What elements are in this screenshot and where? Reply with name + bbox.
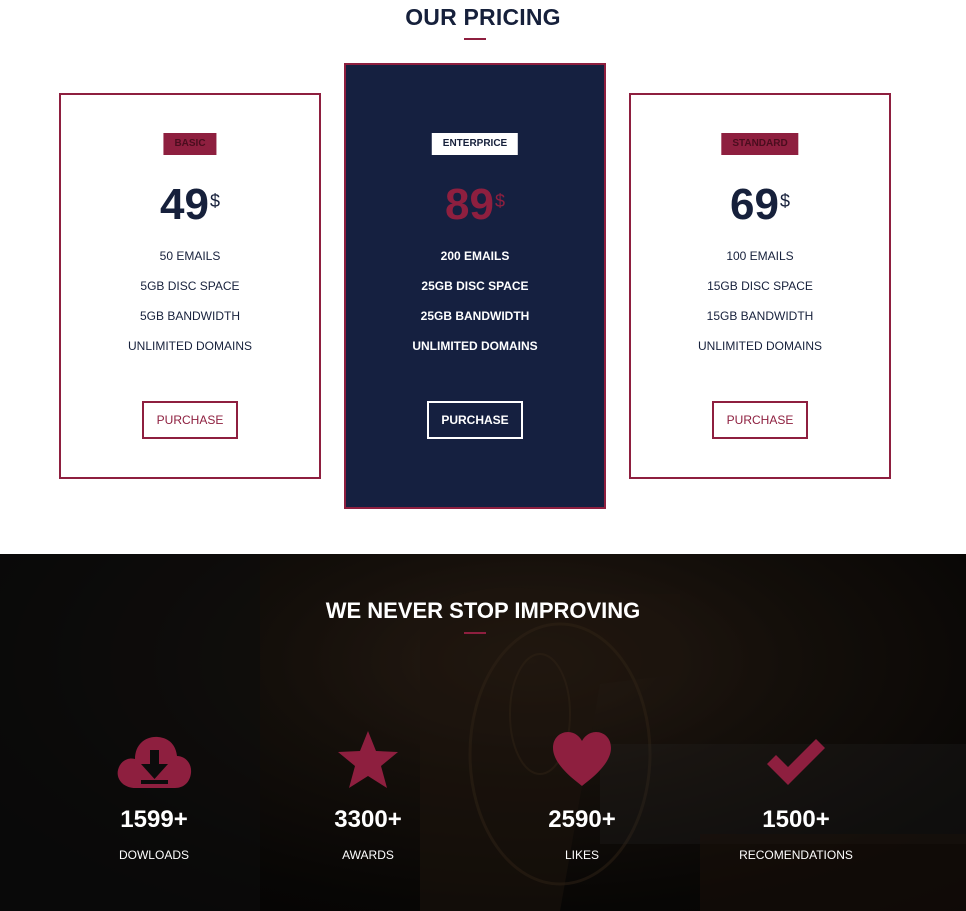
plan-badge: BASIC bbox=[163, 133, 217, 155]
stat-downloads: 1599+ DOWLOADS bbox=[54, 730, 254, 862]
stat-label: DOWLOADS bbox=[118, 848, 189, 862]
feature-item: 15GB DISC SPACE bbox=[707, 279, 813, 293]
star-icon bbox=[338, 731, 398, 788]
heart-icon bbox=[553, 732, 611, 786]
feature-item: 15GB BANDWIDTH bbox=[706, 309, 814, 323]
stat-count: 3300+ bbox=[334, 806, 402, 833]
plan-badge: ENTERPRICE bbox=[431, 133, 519, 155]
feature-list: 100 EMAILS 15GB DISC SPACE 15GB BANDWIDT… bbox=[631, 249, 889, 369]
stat-likes: 2590+ LIKES bbox=[482, 730, 682, 862]
feature-item: UNLIMITED DOMAINS bbox=[127, 339, 252, 353]
currency-symbol: $ bbox=[779, 191, 790, 211]
cloud-download-icon bbox=[117, 736, 192, 788]
plan-price: 49$ bbox=[61, 180, 319, 230]
price-amount: 69 bbox=[730, 180, 779, 229]
stat-label: AWARDS bbox=[342, 848, 394, 862]
stat-count: 1500+ bbox=[762, 806, 830, 833]
plan-badge: STANDARD bbox=[721, 133, 799, 155]
feature-item: 200 EMAILS bbox=[440, 249, 510, 263]
purchase-button-basic[interactable]: PURCHASE bbox=[142, 401, 238, 439]
currency-symbol: $ bbox=[209, 191, 220, 211]
feature-item: 25GB DISC SPACE bbox=[421, 279, 529, 293]
pricing-card-standard: STANDARD 69$ 100 EMAILS 15GB DISC SPACE … bbox=[629, 93, 891, 479]
stat-count: 1599+ bbox=[120, 806, 188, 833]
stat-label: LIKES bbox=[564, 848, 600, 862]
currency-symbol: $ bbox=[494, 191, 505, 211]
feature-item: 25GB BANDWIDTH bbox=[420, 309, 530, 323]
purchase-button-enterprise[interactable]: PURCHASE bbox=[427, 401, 523, 439]
pricing-title: OUR PRICING bbox=[405, 4, 561, 30]
feature-list: 50 EMAILS 5GB DISC SPACE 5GB BANDWIDTH U… bbox=[61, 249, 319, 369]
price-amount: 49 bbox=[160, 180, 209, 229]
check-icon bbox=[767, 739, 825, 785]
feature-item: 50 EMAILS bbox=[159, 249, 221, 263]
title-underline bbox=[464, 632, 486, 634]
stat-label: RECOMENDATIONS bbox=[739, 848, 853, 862]
feature-item: 5GB DISC SPACE bbox=[140, 279, 240, 293]
feature-item: UNLIMITED DOMAINS bbox=[412, 339, 538, 353]
feature-item: 100 EMAILS bbox=[726, 249, 794, 263]
pricing-card-enterprise: ENTERPRICE 89$ 200 EMAILS 25GB DISC SPAC… bbox=[344, 63, 606, 509]
stat-awards: 3300+ AWARDS bbox=[268, 730, 468, 862]
stats-title: WE NEVER STOP IMPROVING bbox=[325, 598, 641, 623]
price-amount: 89 bbox=[445, 180, 494, 229]
stats-section: WE NEVER STOP IMPROVING 1599+ DOWLOADS 3… bbox=[0, 554, 966, 911]
stat-recommendations: 1500+ RECOMENDATIONS bbox=[696, 730, 896, 862]
plan-price: 69$ bbox=[631, 180, 889, 230]
title-underline bbox=[464, 38, 486, 40]
plan-price: 89$ bbox=[346, 180, 604, 230]
feature-list: 200 EMAILS 25GB DISC SPACE 25GB BANDWIDT… bbox=[346, 249, 604, 369]
purchase-button-standard[interactable]: PURCHASE bbox=[712, 401, 808, 439]
pricing-card-basic: BASIC 49$ 50 EMAILS 5GB DISC SPACE 5GB B… bbox=[59, 93, 321, 479]
stat-count: 2590+ bbox=[548, 806, 616, 833]
feature-item: UNLIMITED DOMAINS bbox=[697, 339, 822, 353]
feature-item: 5GB BANDWIDTH bbox=[139, 309, 240, 323]
